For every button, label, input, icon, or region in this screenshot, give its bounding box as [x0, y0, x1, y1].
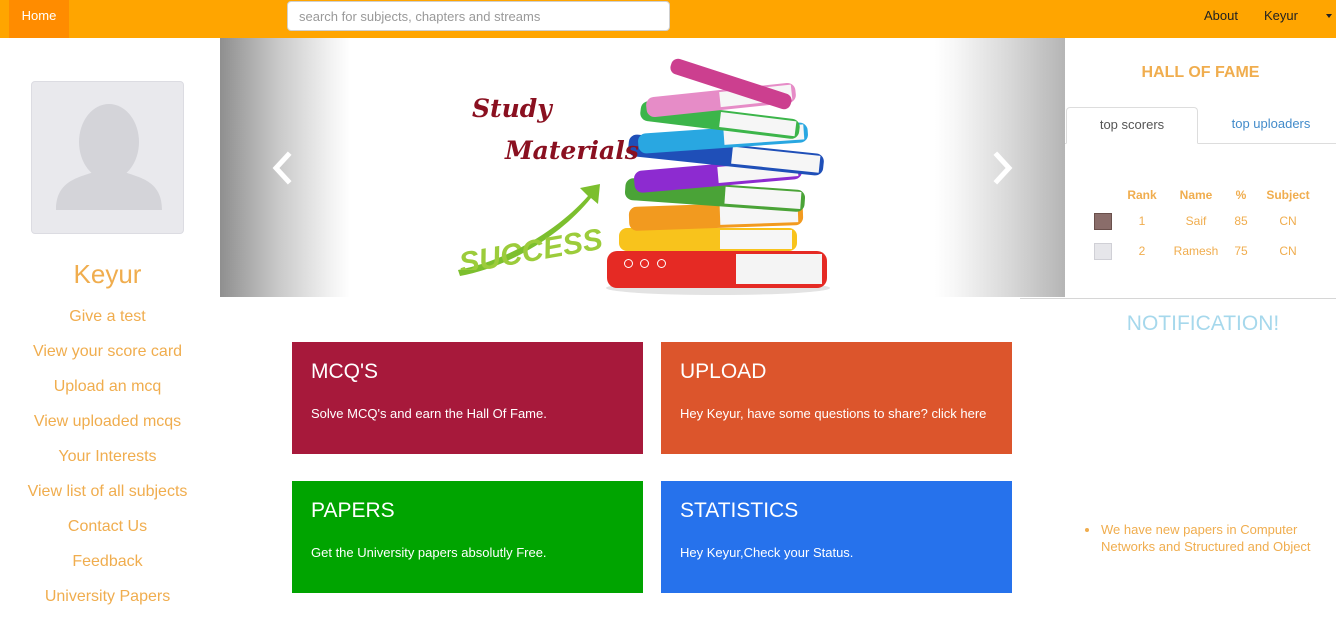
upload-tile[interactable]: UPLOAD Hey Keyur, have some questions to… — [661, 342, 1012, 454]
notification-text: We have new papers in Computer Networks … — [1101, 522, 1311, 554]
carousel-prev-control[interactable] — [268, 150, 298, 186]
mcq-tile-desc: Solve MCQ's and earn the Hall Of Fame. — [311, 406, 547, 421]
svg-text:SUCCESS: SUCCESS — [457, 223, 606, 270]
percent-cell: 75 — [1234, 244, 1248, 258]
top-scorers-table: Rank Name % Subject 1 Saif 85 CN 2 Rames… — [1086, 184, 1322, 266]
carousel-indicators — [624, 255, 669, 268]
image-carousel: Study Materials SUCCESS — [220, 38, 1065, 297]
scorer-thumbnail — [1086, 236, 1120, 266]
percent-column-header: % — [1235, 188, 1247, 202]
chevron-left-icon — [272, 151, 292, 185]
user-silhouette-icon — [56, 104, 162, 210]
tab-top-uploaders[interactable]: top uploaders — [1206, 107, 1336, 143]
carousel-text-study: Study — [472, 94, 552, 123]
mcq-tile[interactable]: MCQ'S Solve MCQ's and earn the Hall Of F… — [292, 342, 643, 454]
percent-cell: 85 — [1234, 214, 1248, 228]
subject-cell: CN — [1279, 244, 1297, 258]
subject-column-header: Subject — [1266, 188, 1310, 202]
statistics-tile-title: STATISTICS — [680, 499, 799, 522]
papers-tile[interactable]: PAPERS Get the University papers absolut… — [292, 481, 643, 593]
user-thumbnail — [1094, 212, 1112, 230]
scorer-thumbnail — [1086, 206, 1120, 236]
name-cell: Saif — [1185, 214, 1207, 228]
top-navbar: Home About Keyur — [0, 0, 1336, 38]
sidebar-link-contact[interactable]: Contact Us — [0, 516, 215, 551]
thumb-column-header — [1086, 184, 1120, 206]
sidebar-link-upload-mcq[interactable]: Upload an mcq — [0, 376, 215, 411]
statistics-tile-desc: Hey Keyur,Check your Status. — [680, 545, 854, 560]
rank-cell: 2 — [1138, 244, 1146, 258]
name-cell: Ramesh — [1173, 244, 1219, 258]
table-header-row: Rank Name % Subject — [1086, 184, 1322, 206]
sidebar-nav: Give a test View your score card Upload … — [0, 306, 215, 621]
nav-about-link[interactable]: About — [1204, 0, 1238, 31]
sidebar-link-give-test[interactable]: Give a test — [0, 306, 215, 341]
bullet-icon — [1085, 528, 1089, 532]
profile-avatar — [31, 81, 184, 234]
carousel-indicator[interactable] — [624, 259, 633, 268]
hall-of-fame-title: HALL OF FAME — [1141, 64, 1260, 81]
upload-tile-desc: Hey Keyur, have some questions to share?… — [680, 406, 987, 421]
profile-name: Keyur — [73, 259, 142, 289]
mcq-tile-title: MCQ'S — [311, 360, 379, 383]
sidebar-link-feedback[interactable]: Feedback — [0, 551, 215, 586]
papers-tile-desc: Get the University papers absolutly Free… — [311, 545, 547, 560]
list-item[interactable]: We have new papers in Computer Networks … — [1085, 521, 1325, 555]
success-logo: SUCCESS — [457, 223, 606, 270]
search-input[interactable] — [287, 1, 670, 31]
caret-down-icon[interactable] — [1326, 14, 1332, 18]
upload-tile-title: UPLOAD — [680, 360, 767, 383]
user-menu-link[interactable]: Keyur — [1264, 0, 1298, 31]
carousel-indicator[interactable] — [656, 259, 666, 268]
notification-list: We have new papers in Computer Networks … — [1085, 521, 1325, 555]
nav-home-link[interactable]: Home — [9, 0, 69, 38]
carousel-next-control[interactable] — [987, 150, 1017, 186]
tab-top-scorers[interactable]: top scorers — [1066, 107, 1198, 144]
sidebar-link-score-card[interactable]: View your score card — [0, 341, 215, 376]
notification-title: NOTIFICATION! — [1126, 312, 1280, 335]
sidebar-link-uploaded-mcqs[interactable]: View uploaded mcqs — [0, 411, 215, 446]
section-divider — [1020, 298, 1336, 299]
table-row: 1 Saif 85 CN — [1086, 206, 1322, 236]
statistics-tile[interactable]: STATISTICS Hey Keyur,Check your Status. — [661, 481, 1012, 593]
subject-cell: CN — [1279, 214, 1297, 228]
chevron-right-icon — [993, 151, 1013, 185]
sidebar-link-interests[interactable]: Your Interests — [0, 446, 215, 481]
rank-cell: 1 — [1138, 214, 1146, 228]
carousel-text-materials: Materials — [505, 136, 639, 165]
sidebar-link-university-papers[interactable]: University Papers — [0, 586, 215, 621]
papers-tile-title: PAPERS — [311, 499, 395, 522]
name-column-header: Name — [1179, 188, 1213, 202]
user-thumbnail — [1094, 242, 1112, 260]
rank-column-header: Rank — [1127, 188, 1157, 202]
table-row: 2 Ramesh 75 CN — [1086, 236, 1322, 266]
sidebar-link-all-subjects[interactable]: View list of all subjects — [0, 481, 215, 516]
